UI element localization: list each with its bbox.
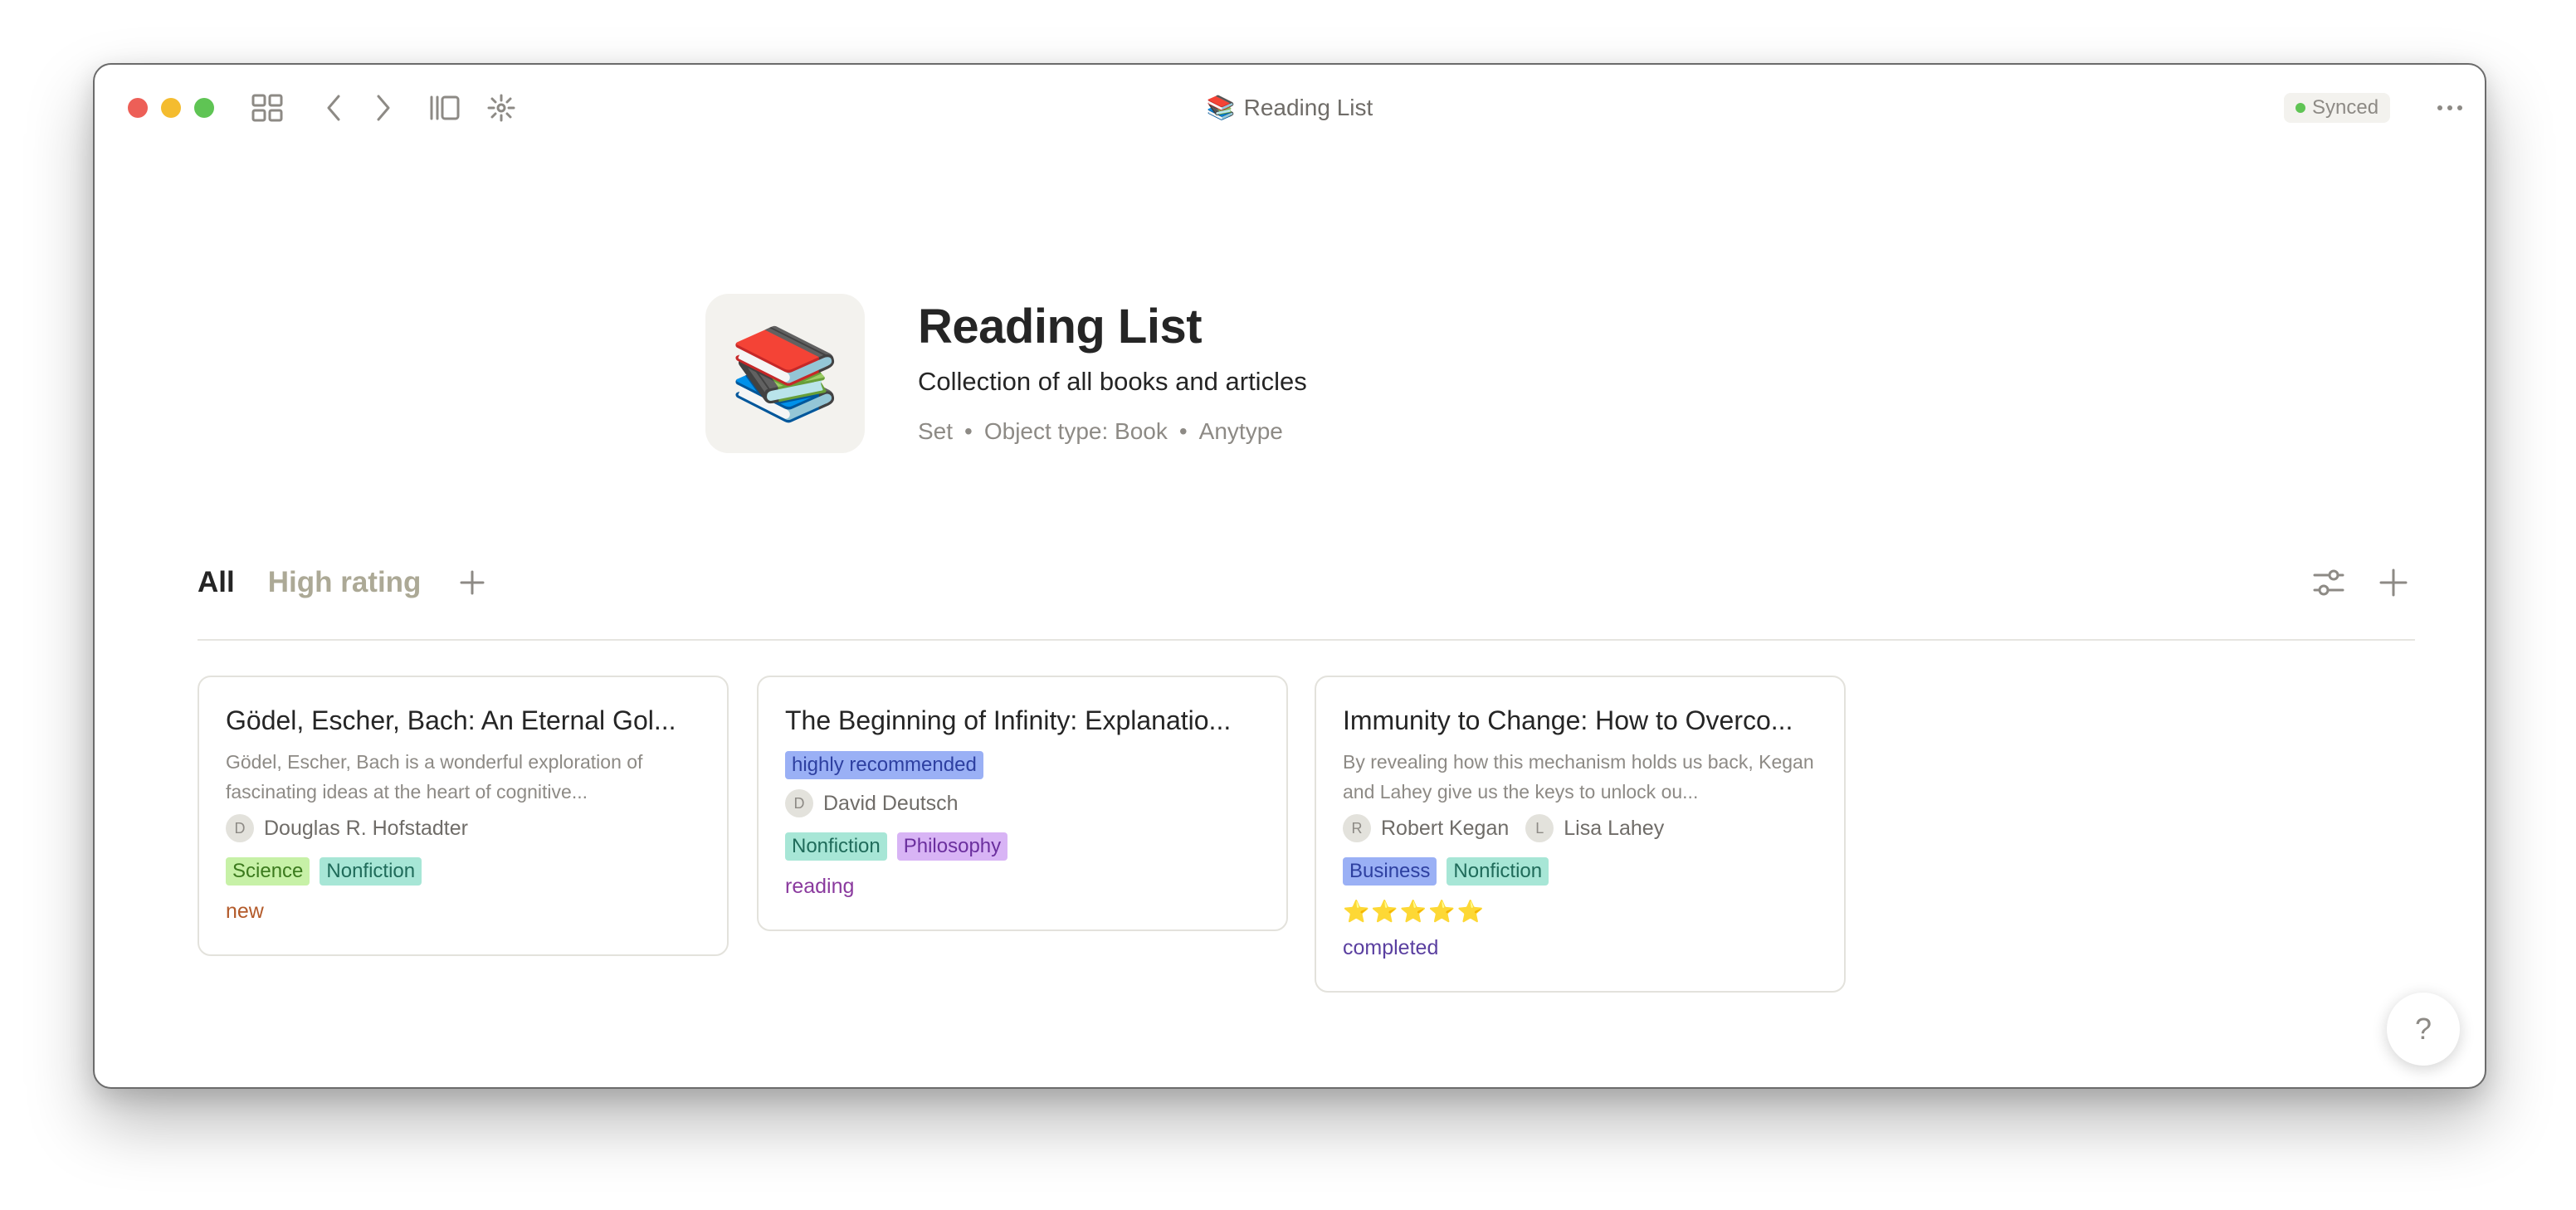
tabs-divider [198,639,2415,641]
tab-high-rating[interactable]: High rating [268,558,422,607]
help-icon[interactable]: ? [2387,993,2460,1066]
page-meta: Set • Object type: Book • Anytype [918,413,1283,450]
gallery-card[interactable]: The Beginning of Infinity: Explanatio...… [757,676,1288,931]
card-description: By revealing how this mechanism holds us… [1343,751,1814,803]
page-title[interactable]: Reading List [918,294,1203,360]
card-tags: Science Nonfiction +1 [226,853,700,890]
author-chip[interactable]: R Robert Kegan [1343,814,1509,842]
app-window: 📚 Reading List Synced 📚 Reading List Coll… [93,63,2486,1089]
gallery-card[interactable]: Gödel, Escher, Bach: An Eternal Gol... G… [198,676,729,956]
tag[interactable]: Philosophy [896,832,1008,861]
card-badges: highly recommended [785,747,1260,783]
tag[interactable]: Business [1343,857,1437,886]
sync-status-label: Synced [2312,96,2379,119]
set-icon[interactable]: 📚 [705,294,865,453]
tag[interactable]: Nonfiction [320,857,422,886]
books-emoji-icon: 📚 [729,322,842,423]
card-description: Gödel, Escher, Bach is a wonderful explo… [226,751,643,803]
card-title: The Beginning of Infinity: Explanatio... [785,705,1232,735]
card-tags: Business Nonfiction [1343,853,1817,890]
author-chip[interactable]: D Douglas R. Hofstadter [226,814,468,842]
card-authors: D Douglas R. Hofstadter [226,812,700,845]
view-tabs: All High rating [198,558,490,607]
card-title: Immunity to Change: How to Overco... [1343,705,1793,735]
card-title: Gödel, Escher, Bach: An Eternal Gol... [226,705,676,735]
status-label: new [226,900,264,923]
more-icon[interactable] [2432,90,2468,126]
avatar: D [226,814,254,842]
page-description[interactable]: Collection of all books and articles [918,363,1307,400]
window-title: 📚 Reading List [95,90,2485,126]
meta-separator: • [964,418,973,444]
window-title-text: Reading List [1243,95,1373,120]
author-chip[interactable]: L Lisa Lahey [1525,814,1664,842]
settings-icon[interactable] [2307,561,2350,604]
author-chip[interactable]: D David Deutsch [785,789,959,817]
meta-object-type[interactable]: Object type: Book [984,413,1168,450]
meta-separator: • [1178,418,1188,444]
tag[interactable]: Nonfiction [1447,857,1549,886]
author-name: Lisa Lahey [1564,816,1665,840]
add-view-icon[interactable] [454,564,490,601]
author-name: Robert Kegan [1381,816,1510,840]
title-bar: 📚 Reading List Synced [95,65,2485,148]
books-icon: 📚 [1206,95,1236,120]
card-tags: Nonfiction Philosophy +1 [785,828,1260,865]
sync-dot-icon [2295,103,2305,113]
avatar: R [1343,814,1371,842]
gallery-card[interactable]: Immunity to Change: How to Overco... By … [1315,676,1846,993]
status-label: completed [1343,936,1439,959]
tag[interactable]: Science [226,857,310,886]
tab-all[interactable]: All [198,558,235,607]
status-label: reading [785,875,855,898]
author-name: David Deutsch [823,791,959,815]
plus-icon[interactable] [2372,561,2415,604]
avatar: D [785,789,813,817]
rating-stars: ⭐⭐⭐⭐⭐ [1343,898,1486,924]
meta-layout: Set [918,418,954,444]
tag[interactable]: Nonfiction [785,832,887,861]
meta-creator[interactable]: Anytype [1199,413,1283,450]
card-authors: R Robert Kegan L Lisa Lahey [1343,812,1817,845]
tag[interactable]: highly recommended [785,751,983,779]
card-authors: D David Deutsch [785,787,1260,820]
avatar: L [1525,814,1554,842]
author-name: Douglas R. Hofstadter [264,816,468,840]
sync-status-badge[interactable]: Synced [2284,93,2391,123]
